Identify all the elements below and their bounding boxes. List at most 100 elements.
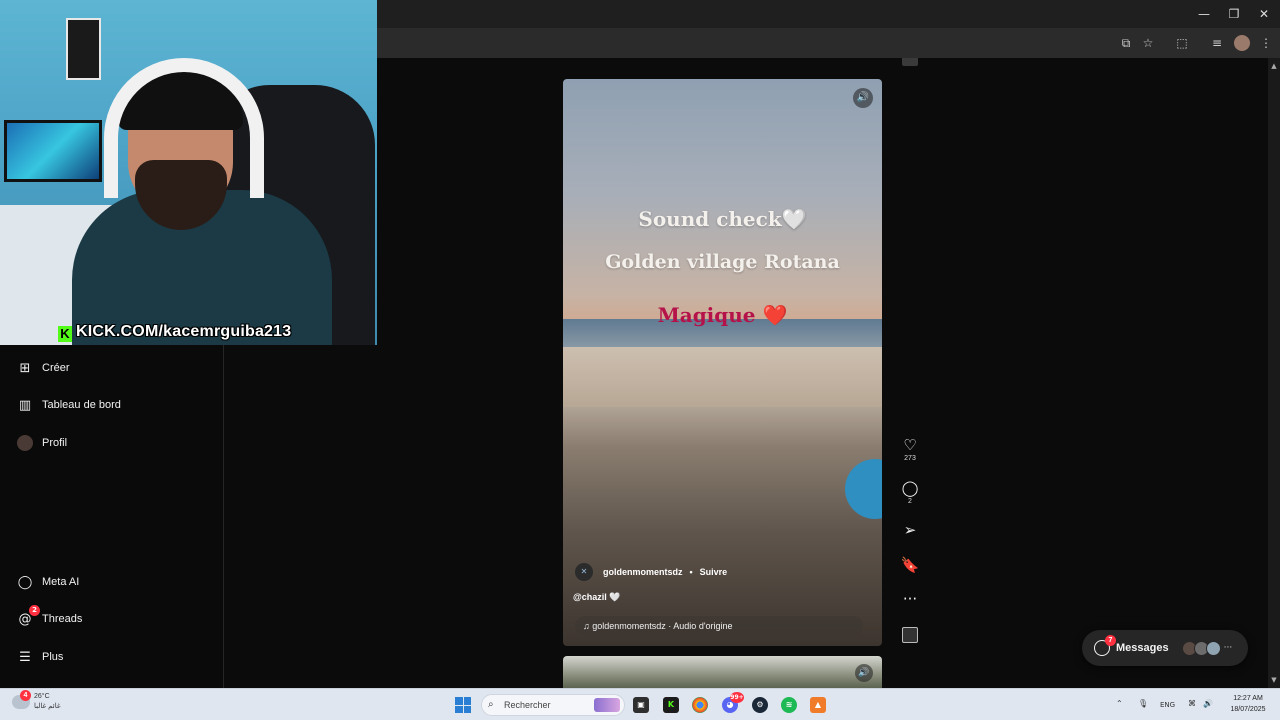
close-icon[interactable]: ✕ [1249,4,1279,24]
messages-button[interactable]: 7 Messages ··· [1082,630,1248,666]
author-avatar[interactable]: ✕ [575,563,593,581]
windows-start-icon[interactable] [455,697,471,713]
search-icon: ⌕ [488,699,494,710]
save-action[interactable]: 🔖 [898,556,922,574]
weather-badge: 4 [20,690,31,701]
maximize-icon[interactable]: ❐ [1219,4,1249,24]
video-caption-line-3: Magique ❤️ [657,303,788,327]
cloud-icon: 4 [12,690,31,709]
share-action[interactable]: ➢ [898,521,922,539]
search-placeholder: Rechercher [504,700,551,710]
comment-action[interactable]: ◯ 2 [898,479,922,505]
scrollbar[interactable]: ▲ ▼ [1268,58,1280,688]
sidebar-item-profile[interactable]: Profil [16,431,67,455]
comment-icon[interactable]: ◯ [898,479,922,497]
scroll-up-icon[interactable]: ▲ [1270,62,1278,70]
network-icon[interactable]: ⌘ [1188,699,1196,708]
heart-icon[interactable]: ♡ [898,436,922,454]
sound-toggle-icon[interactable]: 🔊 [855,664,873,682]
kick-logo-icon: K [58,326,72,342]
kick-channel-text: K KICK.COM/kacemrguiba213 [58,323,291,342]
more-options-icon[interactable]: ··· [898,590,922,608]
like-action[interactable]: ♡ 273 [898,436,922,462]
taskbar-clock[interactable]: 12:27 AM 18/07/2025 [1222,693,1274,715]
menu-icon[interactable]: ⋮ [1257,34,1275,52]
install-app-icon[interactable]: ⧉ [1117,34,1135,52]
message-avatars [1181,640,1221,656]
headphones [104,58,264,198]
minimize-icon[interactable]: — [1189,4,1219,24]
comment-count: 2 [908,498,912,505]
bookmark-star-icon[interactable]: ☆ [1139,34,1157,52]
hamburger-icon: ☰ [19,649,31,665]
sidebar-item-label: Créer [42,362,70,374]
video-beach [563,347,882,407]
previous-reel-thumb[interactable] [902,58,918,66]
reel-author: ✕ goldenmomentsdz • Suivre [575,563,727,581]
webcam-overlay: K KICK.COM/kacemrguiba213 [0,0,377,345]
steam-icon[interactable]: ⚙ [752,697,768,713]
author-name[interactable]: goldenmomentsdz [603,567,683,577]
reel-video[interactable]: 🔊 Sound check🤍 Golden village Rotana Mag… [563,79,882,646]
app-icon[interactable]: ▲ [810,697,826,713]
follow-button[interactable]: Suivre [700,567,728,577]
reel-audio[interactable]: ♫ goldenmomentsdz · Audio d'origine [575,616,863,636]
wall-poster [66,18,101,80]
weather-temp: 26°C [34,693,50,700]
plus-square-icon: ⊞ [19,360,31,376]
sound-toggle-icon[interactable]: 🔊 [853,88,873,108]
media-controls-icon[interactable]: ≡ [1208,34,1226,52]
discord-badge: 99+ [730,692,744,703]
sidebar-item-label: Profil [42,437,68,449]
video-caption-line-1: Sound check🤍 [638,207,807,231]
avatar [1205,640,1221,656]
sidebar: ⊞ Créer ▥ Tableau de bord Profil ◯ Meta … [0,345,224,688]
task-view-icon[interactable]: ▣ [633,697,649,713]
volume-icon[interactable]: 🔊 [1203,699,1213,708]
messages-label: Messages [1116,642,1169,654]
sidebar-item-more[interactable]: ☰ Plus [16,645,63,669]
kick-url: KICK.COM/kacemrguiba213 [76,323,292,340]
profile-avatar[interactable] [1234,35,1250,51]
sidebar-item-create[interactable]: ⊞ Créer [16,356,70,380]
language-indicator[interactable]: ENG [1160,701,1175,709]
microphone-icon[interactable]: 🎙 [1138,699,1148,708]
send-icon[interactable]: ➢ [898,521,922,539]
sidebar-item-label: Plus [42,651,64,663]
next-reel-video[interactable]: 🔊 [563,656,882,688]
extensions-icon[interactable]: ⬚ [1173,34,1191,52]
windows-taskbar: 4 26°C غائم غالبا ⌕ Rechercher ▣ K ◕ 99+ … [0,688,1280,720]
messenger-icon: 7 [1094,635,1116,656]
sidebar-item-meta-ai[interactable]: ◯ Meta AI [16,570,80,594]
search-highlight-image [594,698,620,712]
chrome-icon[interactable] [692,697,708,713]
messages-badge: 7 [1105,635,1116,646]
audio-thumbnail[interactable] [902,627,918,643]
kick-app-icon[interactable]: K [663,697,679,713]
more-action[interactable]: ··· [898,590,922,608]
threads-icon: @2 [16,605,40,628]
sidebar-item-threads[interactable]: @2 Threads [16,605,83,631]
video-pool [845,459,882,519]
spotify-icon[interactable]: ≋ [781,697,797,713]
reel-mention[interactable]: @chazil 🤍 [573,592,621,603]
like-count: 273 [904,455,916,462]
clock-time: 12:27 AM [1233,695,1263,702]
taskbar-search[interactable]: ⌕ Rechercher [481,694,625,716]
discord-icon[interactable]: ◕ 99+ [722,692,744,713]
video-caption-line-2: Golden village Rotana [605,251,840,273]
clock-date: 18/07/2025 [1230,706,1266,713]
weather-widget[interactable]: 4 26°C غائم غالبا [12,690,61,712]
sidebar-item-dashboard[interactable]: ▥ Tableau de bord [16,393,121,417]
background-tv [4,120,102,182]
dashboard-icon: ▥ [18,397,32,413]
more-icon: ··· [1223,643,1233,653]
show-hidden-icons[interactable]: ⌃ [1116,699,1123,708]
bookmark-icon[interactable]: 🔖 [898,556,922,574]
sidebar-item-label: Tableau de bord [42,399,121,411]
browser-titlebar: — ❐ ✕ [377,0,1280,28]
weather-text: 26°C غائم غالبا [34,692,61,712]
scroll-down-icon[interactable]: ▼ [1270,676,1278,684]
sidebar-item-label: Threads [42,613,83,625]
screen: — ❐ ✕ ⧉ ☆ ⬚ ≡ ⋮ ▲ ▼ 🔊 Sound check🤍 Golde… [0,0,1280,720]
